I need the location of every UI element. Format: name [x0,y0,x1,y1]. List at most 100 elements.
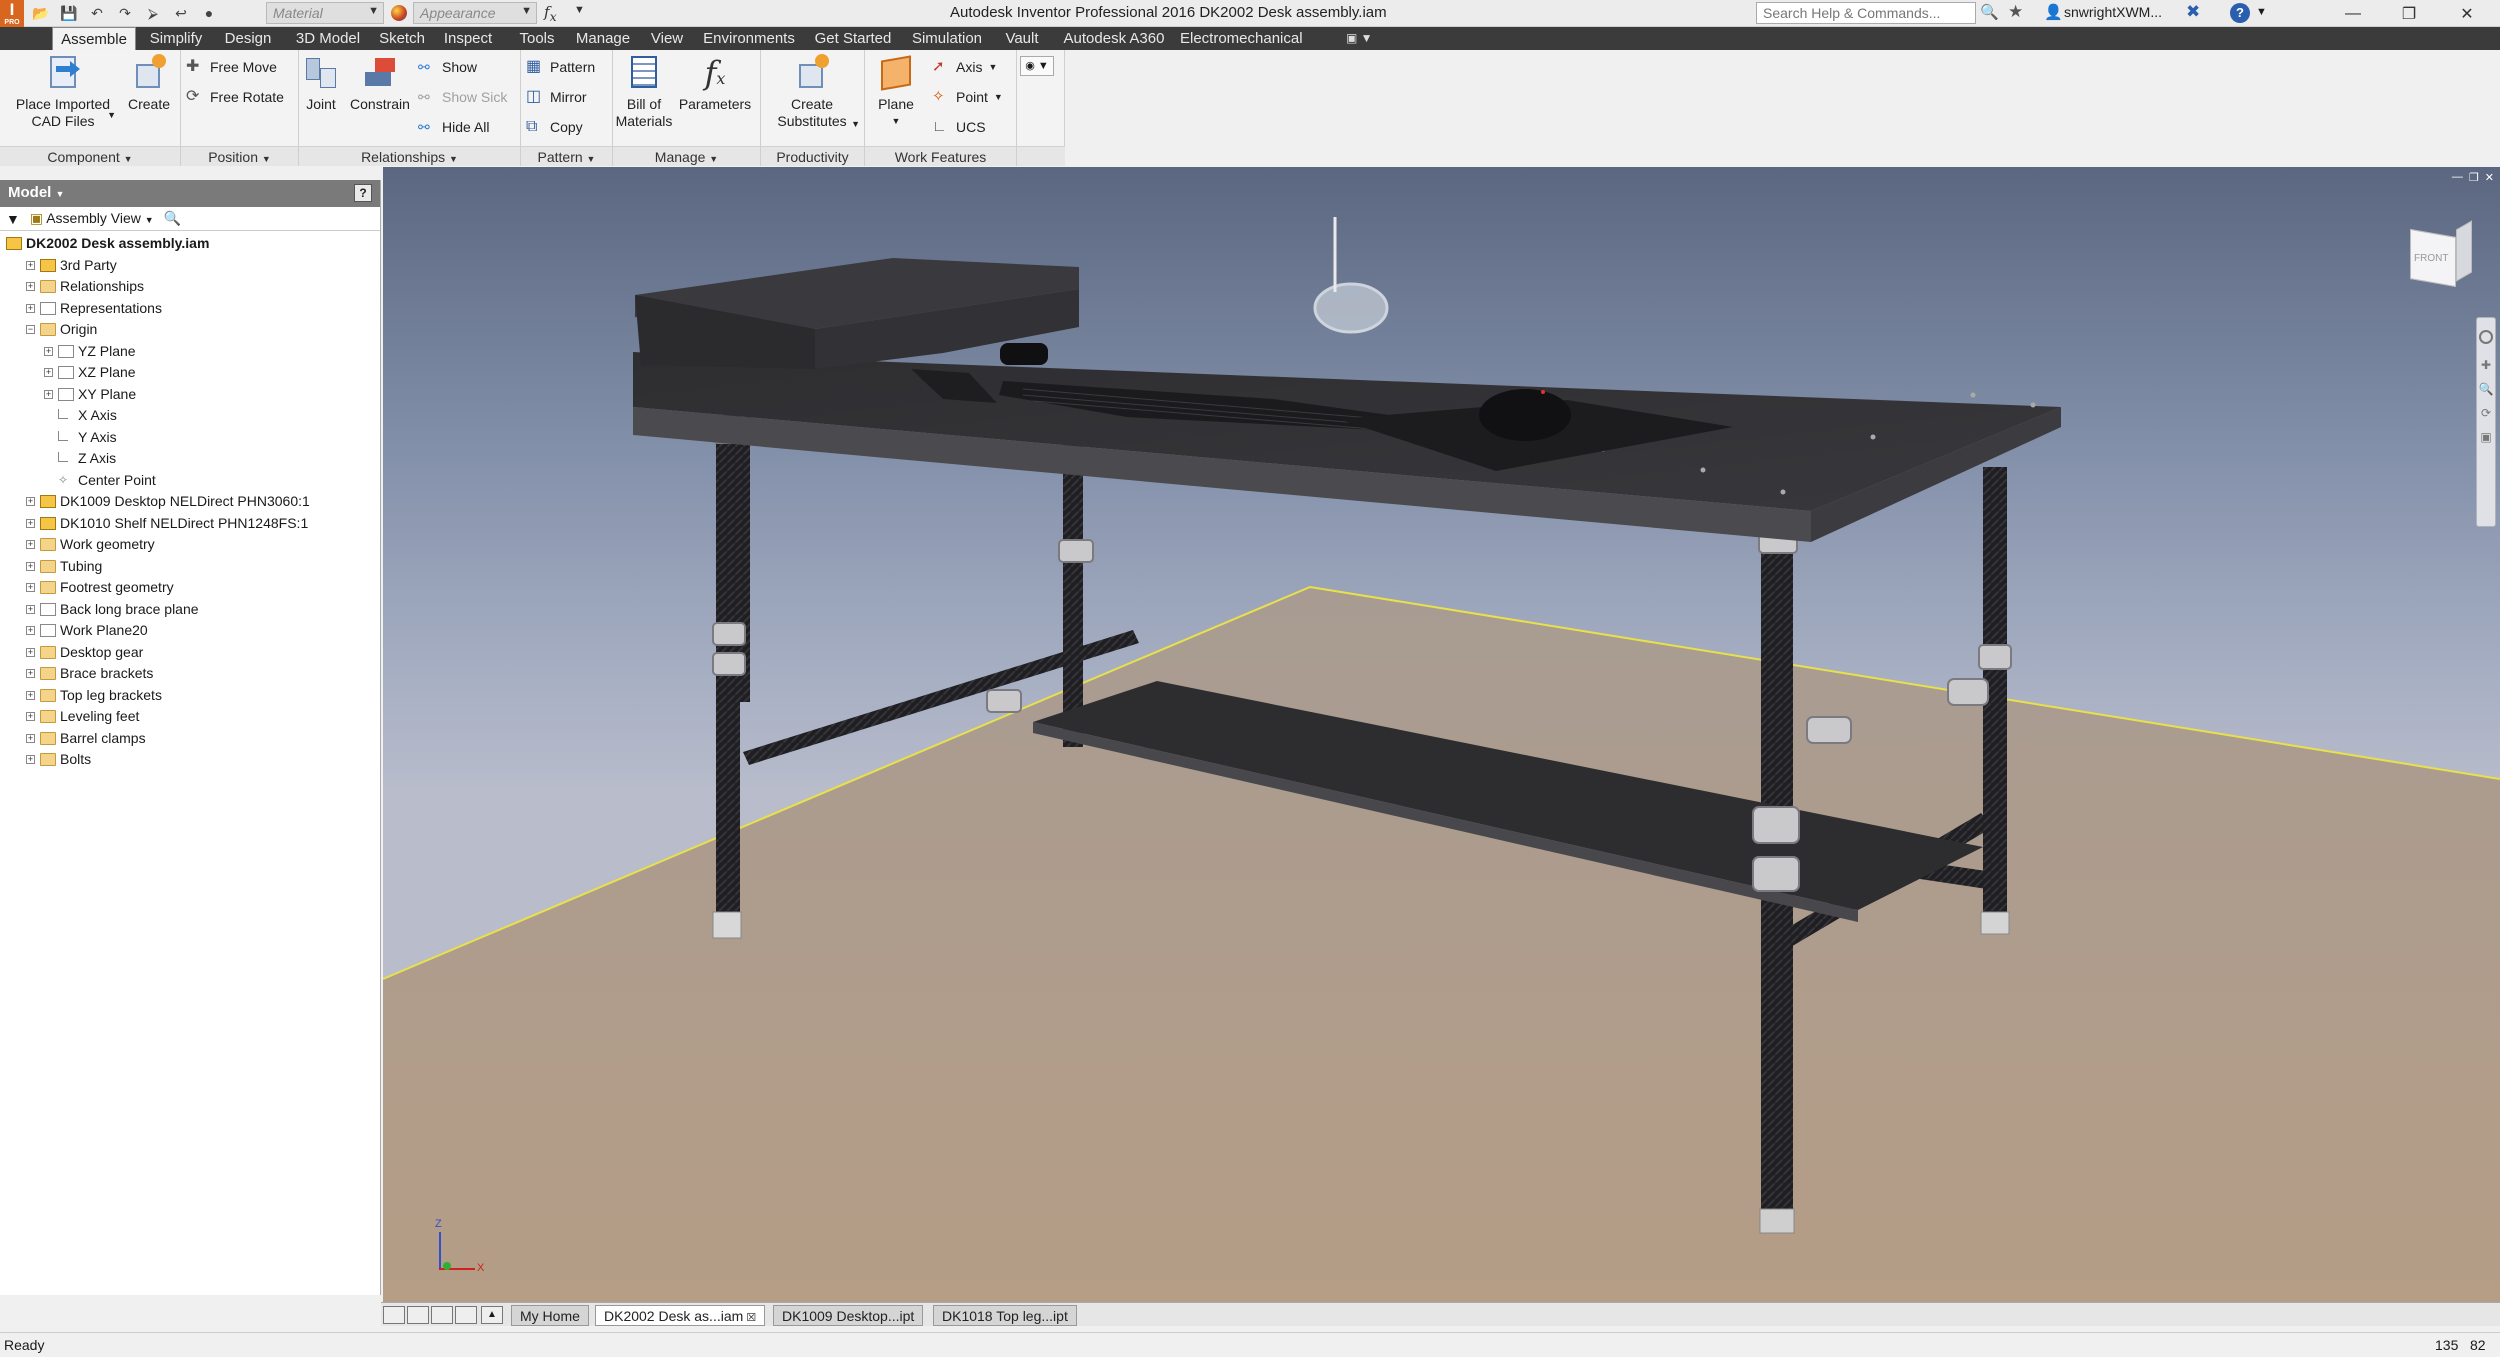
tree-item[interactable]: + Work Plane20 [0,620,380,642]
expand-icon[interactable]: + [44,346,53,356]
customize-qat-icon[interactable]: ▼ [574,4,585,16]
tree-item[interactable]: + Brace brackets [0,663,380,685]
favorites-icon[interactable]: ★ [2008,2,2023,22]
expand-icon[interactable]: + [26,583,35,592]
relationships-panel-label[interactable]: Relationships ▼ [299,146,520,166]
filter-icon[interactable]: ▼ [6,211,20,227]
binoculars-icon[interactable]: 🔍 [1980,3,1999,21]
browser-help-icon[interactable]: ? [354,184,372,202]
position-panel-label[interactable]: Position ▼ [181,146,298,166]
tab-environments[interactable]: Environments [699,27,799,50]
expand-icon[interactable]: + [26,669,35,678]
bill-of-materials-button[interactable]: Bill of Materials [614,54,674,130]
tab-manage[interactable]: Manage [571,27,635,50]
tab-vault[interactable]: Vault [998,27,1046,50]
mirror-button[interactable]: ◫ Mirror [526,84,587,110]
tab-autodesk-a360[interactable]: Autodesk A360 [1058,27,1170,50]
tree-item[interactable]: + YZ Plane [0,341,380,363]
create-substitutes-button[interactable]: Create Substitutes ▼ [766,54,860,130]
ucs-button[interactable]: ∟ UCS [932,114,986,140]
document-tab[interactable]: DK1009 Desktop...ipt [773,1305,924,1326]
pan-icon[interactable]: ✚ [2477,358,2495,372]
vertical-layout-icon[interactable] [455,1306,477,1324]
restore-icon[interactable]: ❐ [2386,0,2432,27]
tree-item[interactable]: Z Axis [0,448,380,470]
expand-icon[interactable]: + [26,561,35,571]
tab-inspect[interactable]: Inspect [436,27,500,50]
graphics-viewport[interactable]: FRONT ✚ 🔍 ⟳ ▣ — ❐ ✕ Z X [383,167,2500,1302]
create-component-button[interactable]: Create [124,54,174,113]
ribbon-options-icon[interactable]: ◉ ▼ [1020,56,1054,76]
tree-item[interactable]: ✧ Center Point [0,470,380,492]
expand-icon[interactable]: + [44,389,53,399]
expand-icon[interactable]: + [26,260,35,270]
tree-item[interactable]: + Back long brace plane [0,599,380,621]
tree-item[interactable]: + Leveling feet [0,706,380,728]
close-tab-icon[interactable]: ☒ [743,1312,756,1324]
expand-icon[interactable]: + [26,518,35,528]
expand-icon[interactable]: + [26,497,35,506]
expand-icon[interactable]: + [26,647,35,657]
document-tab[interactable]: DK2002 Desk as...iam ☒ [595,1305,766,1326]
place-imported-cad-button[interactable]: Place Imported CAD Files ▼ [8,54,118,130]
viewport-minimize-icon[interactable]: — [2452,171,2463,184]
expand-icon[interactable]: + [26,690,35,700]
expand-icon[interactable]: + [26,540,35,549]
copy-button[interactable]: ⧉ Copy [526,114,583,140]
steeringwheel-icon[interactable] [2479,330,2493,344]
redo-icon[interactable]: ↷ [114,2,136,24]
grid-layout-icon[interactable] [407,1306,429,1324]
tree-item[interactable]: +3rd Party [0,255,380,277]
expand-icon[interactable]: + [44,368,53,377]
assembly-view-dropdown[interactable]: ▣ Assembly View ▼ [30,210,154,227]
tab-get-started[interactable]: Get Started [808,27,898,50]
expand-icon[interactable]: + [26,303,35,313]
manage-panel-label[interactable]: Manage ▼ [613,146,760,166]
tree-item[interactable]: + Representations [0,298,380,320]
tab-simplify[interactable]: Simplify [144,27,208,50]
tree-item[interactable]: + XY Plane [0,384,380,406]
tile-layout-icon[interactable] [383,1306,405,1324]
hide-all-button[interactable]: ⚯ Hide All [418,114,489,140]
tree-item[interactable]: + Relationships [0,276,380,298]
update-icon[interactable]: ● [198,2,220,24]
expand-icon[interactable]: + [26,282,35,291]
open-icon[interactable]: 📂 [30,2,52,24]
tree-item[interactable]: − Origin [0,319,380,341]
expand-icon[interactable]: + [26,733,35,743]
app-logo[interactable]: I PRO [0,0,24,27]
tree-item[interactable]: + XZ Plane [0,362,380,384]
tree-item[interactable]: + Footrest geometry [0,577,380,599]
tree-item[interactable]: DK2002 Desk assembly.iam [0,233,380,255]
ribbon-display-options-icon[interactable]: ▣ ▼ [1346,31,1373,45]
document-tab[interactable]: My Home [511,1305,589,1326]
tree-item[interactable]: + Bolts [0,749,380,771]
undo-icon[interactable]: ↶ [86,2,108,24]
tree-item[interactable]: Y Axis [0,427,380,449]
constrain-button[interactable]: Constrain [346,54,414,113]
viewport-close-icon[interactable]: ✕ [2485,171,2494,184]
tree-item[interactable]: + Desktop gear [0,642,380,664]
tab-electromechanical[interactable]: Electromechanical [1180,27,1303,50]
orbit-icon[interactable]: ⟳ [2477,406,2495,420]
tab-simulation[interactable]: Simulation [906,27,988,50]
tree-item[interactable]: + DK1010 Shelf NELDirect PHN1248FS:1 [0,513,380,535]
formula-icon[interactable]: fx [544,3,574,24]
collapse-icon[interactable]: − [26,325,35,334]
return-icon[interactable]: ↩ [170,2,192,24]
expand-icon[interactable]: + [26,626,35,635]
material-dropdown[interactable]: Material ▼ [266,2,384,24]
zoom-icon[interactable]: 🔍 [2477,382,2495,396]
help-icon[interactable]: ? [2230,3,2250,23]
tree-item[interactable]: + DK1009 Desktop NELDirect PHN3060:1 [0,491,380,513]
parameters-button[interactable]: fx Parameters [676,54,754,113]
close-icon[interactable]: ✕ [2444,0,2490,27]
horizontal-layout-icon[interactable] [431,1306,453,1324]
tree-item[interactable]: + Top leg brackets [0,685,380,707]
tab-view[interactable]: View [643,27,691,50]
tree-item[interactable]: + Tubing [0,556,380,578]
show-button[interactable]: ⚯ Show [418,54,477,80]
minimize-icon[interactable]: — [2330,0,2376,27]
axis-button[interactable]: ➚ Axis ▼ [932,54,997,80]
up-arrow-icon[interactable]: ▲ [481,1306,503,1324]
